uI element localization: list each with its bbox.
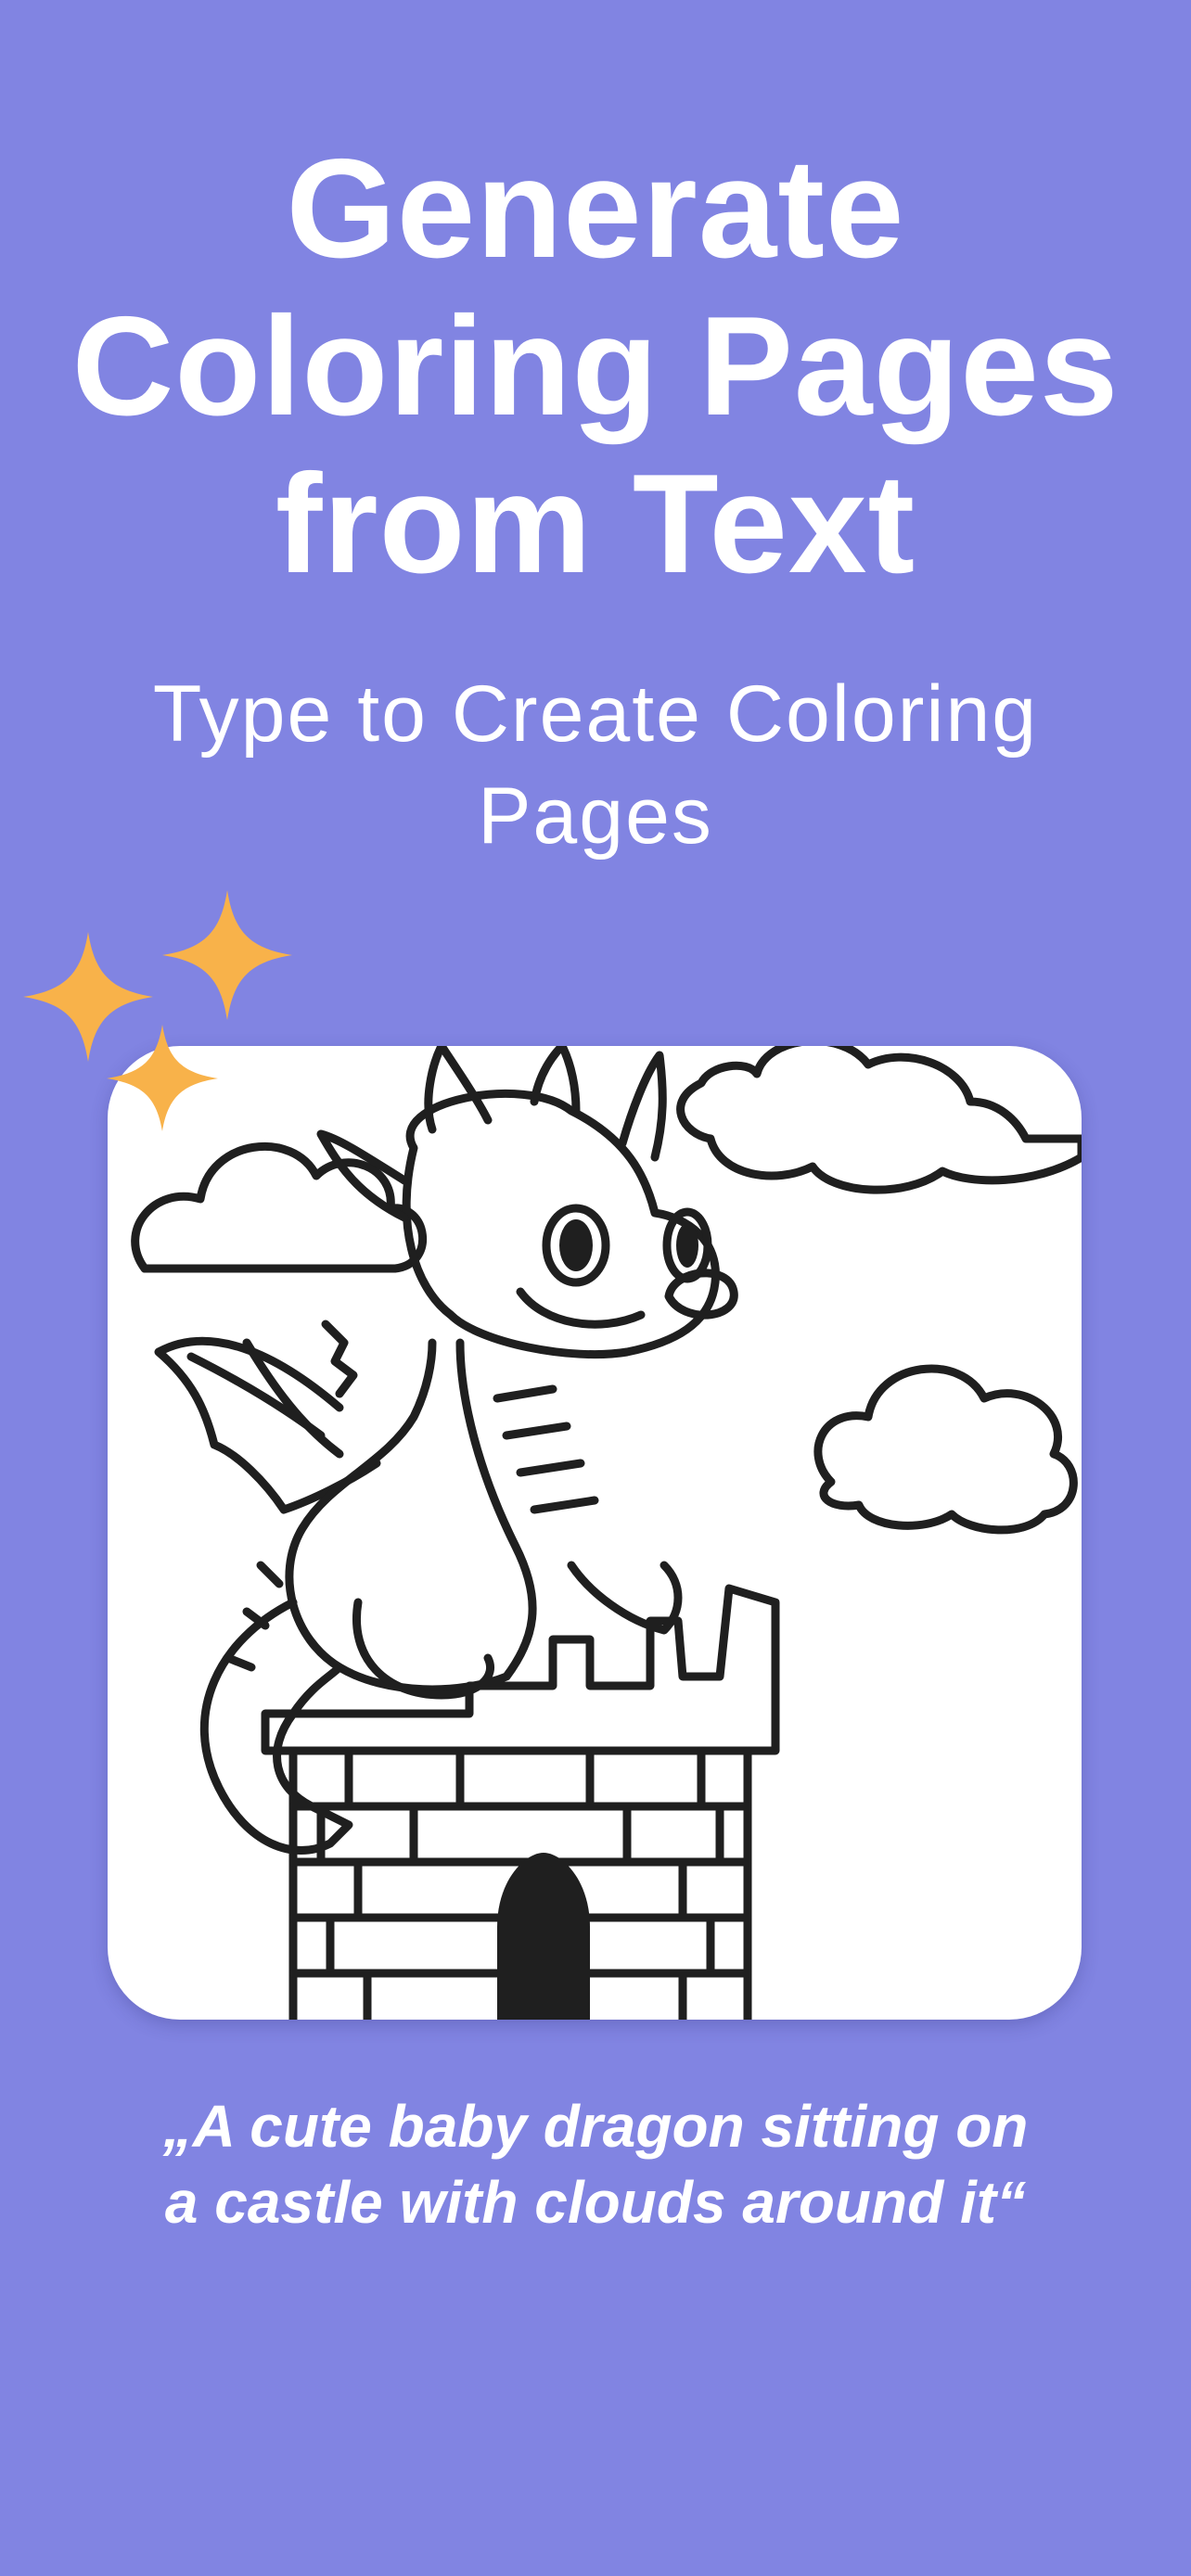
- coloring-page-preview: [108, 1046, 1082, 2020]
- dragon-horn-right: [618, 1051, 667, 1162]
- castle-door: [497, 1853, 590, 2020]
- prompt-line-2: a castle with clouds around it“: [164, 2169, 1027, 2236]
- subheadline-line-1: Type to Create Coloring: [152, 670, 1039, 759]
- subheadline: Type to Create Coloring Pages: [0, 663, 1191, 867]
- sparkle-bottom: [107, 1025, 218, 1131]
- dragon-snout: [664, 1269, 738, 1320]
- subheadline-line-2: Pages: [478, 772, 713, 861]
- dragon-tail: [199, 1598, 353, 1855]
- headline-line-3: from Text: [275, 445, 916, 603]
- dragon-smile: [516, 1287, 646, 1329]
- cloud-top-right: [676, 1046, 1082, 1194]
- sparkle-top: [162, 890, 292, 1020]
- dragon-belly-stripes: [493, 1384, 599, 1514]
- dragon-coloring-illustration: [131, 1046, 1082, 2020]
- dragon-horn-left: [424, 1046, 493, 1134]
- sparkle-left: [23, 932, 153, 1062]
- headline: Generate Coloring Pages from Text: [0, 130, 1191, 603]
- sparkles-icon: [23, 890, 292, 1131]
- headline-line-2: Coloring Pages: [71, 287, 1120, 445]
- example-prompt: „A cute baby dragon sitting on a castle …: [0, 2088, 1191, 2240]
- cloud-right: [813, 1364, 1078, 1535]
- headline-line-1: Generate: [286, 130, 905, 287]
- prompt-line-1: „A cute baby dragon sitting on: [162, 2093, 1029, 2160]
